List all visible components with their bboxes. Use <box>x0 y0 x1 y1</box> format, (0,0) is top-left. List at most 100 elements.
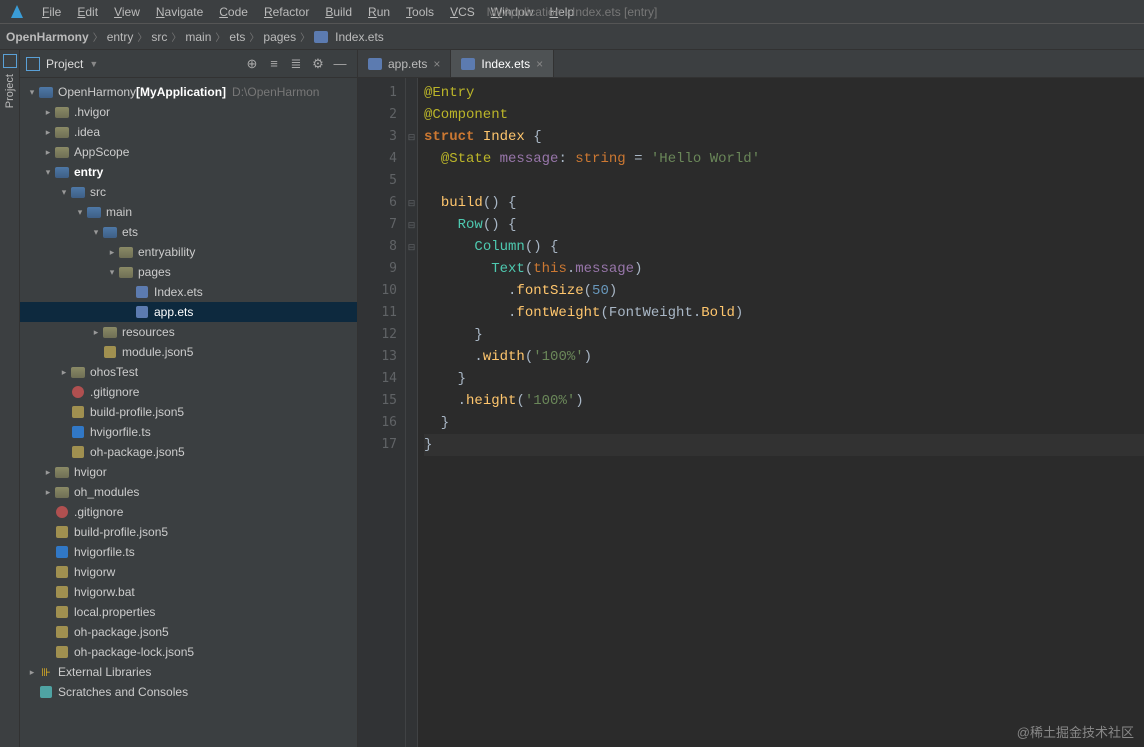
code-line[interactable]: .height('100%') <box>424 390 1144 412</box>
menu-refactor[interactable]: Refactor <box>256 5 317 19</box>
tree-arrow-icon[interactable] <box>106 267 118 278</box>
code-line[interactable]: Row() { <box>424 214 1144 236</box>
close-icon[interactable]: × <box>536 57 543 71</box>
fold-marker[interactable] <box>406 434 417 456</box>
code-line[interactable]: @Component <box>424 104 1144 126</box>
tree-node-appscope[interactable]: AppScope <box>20 142 357 162</box>
tree-node-build-profile-json5[interactable]: build-profile.json5 <box>20 522 357 542</box>
crumb-index-ets[interactable]: Index.ets <box>314 30 384 44</box>
tab-index-ets[interactable]: Index.ets× <box>451 50 554 77</box>
tree-node-hvigor[interactable]: hvigor <box>20 462 357 482</box>
tree-node-hvigorfile-ts[interactable]: hvigorfile.ts <box>20 542 357 562</box>
fold-marker[interactable]: ⊟ <box>406 192 417 214</box>
project-tool-icon[interactable] <box>3 54 17 68</box>
code-line[interactable]: .fontSize(50) <box>424 280 1144 302</box>
tree-node--gitignore[interactable]: .gitignore <box>20 502 357 522</box>
code-line[interactable]: struct Index { <box>424 126 1144 148</box>
gear-icon[interactable]: ⚙ <box>307 56 329 72</box>
crumb-src[interactable]: src <box>151 30 167 44</box>
tree-node-external-libraries[interactable]: ⊪External Libraries <box>20 662 357 682</box>
code-line[interactable]: build() { <box>424 192 1144 214</box>
fold-marker[interactable]: ⊟ <box>406 126 417 148</box>
code-line[interactable]: } <box>424 368 1144 390</box>
menu-tools[interactable]: Tools <box>398 5 442 19</box>
tree-node-main[interactable]: main <box>20 202 357 222</box>
fold-marker[interactable] <box>406 412 417 434</box>
code-editor[interactable]: @Entry@Componentstruct Index { @State me… <box>418 78 1144 747</box>
fold-marker[interactable] <box>406 82 417 104</box>
tree-node-entry[interactable]: entry <box>20 162 357 182</box>
tree-node-build-profile-json5[interactable]: build-profile.json5 <box>20 402 357 422</box>
menu-build[interactable]: Build <box>317 5 360 19</box>
fold-marker[interactable] <box>406 148 417 170</box>
locate-icon[interactable]: ⊕ <box>241 56 263 72</box>
crumb-entry[interactable]: entry <box>107 30 134 44</box>
tree-arrow-icon[interactable] <box>26 87 38 98</box>
tree-node-scratches-and-consoles[interactable]: Scratches and Consoles <box>20 682 357 702</box>
tree-arrow-icon[interactable] <box>90 227 102 238</box>
tree-node-local-properties[interactable]: local.properties <box>20 602 357 622</box>
tree-node-oh-package-lock-json5[interactable]: oh-package-lock.json5 <box>20 642 357 662</box>
tree-node-ohostest[interactable]: ohosTest <box>20 362 357 382</box>
tree-arrow-icon[interactable] <box>106 247 118 258</box>
tree-arrow-icon[interactable] <box>42 487 54 498</box>
tree-node-src[interactable]: src <box>20 182 357 202</box>
menu-file[interactable]: File <box>34 5 69 19</box>
tree-arrow-icon[interactable] <box>90 327 102 338</box>
fold-marker[interactable] <box>406 368 417 390</box>
code-line[interactable]: Text(this.message) <box>424 258 1144 280</box>
tree-node-hvigorw[interactable]: hvigorw <box>20 562 357 582</box>
fold-marker[interactable]: ⊟ <box>406 236 417 258</box>
fold-marker[interactable] <box>406 324 417 346</box>
minimize-icon[interactable]: — <box>329 56 351 71</box>
code-line[interactable]: } <box>424 434 1144 456</box>
tree-arrow-icon[interactable] <box>42 167 54 178</box>
tree-node-oh-modules[interactable]: oh_modules <box>20 482 357 502</box>
tree-node-hvigorw-bat[interactable]: hvigorw.bat <box>20 582 357 602</box>
tree-node-openharmony[interactable]: OpenHarmony [MyApplication]D:\OpenHarmon <box>20 82 357 102</box>
tree-node-resources[interactable]: resources <box>20 322 357 342</box>
fold-marker[interactable] <box>406 280 417 302</box>
fold-marker[interactable]: ⊟ <box>406 214 417 236</box>
tree-node-module-json5[interactable]: module.json5 <box>20 342 357 362</box>
crumb-openharmony[interactable]: OpenHarmony <box>6 30 89 44</box>
fold-marker[interactable] <box>406 390 417 412</box>
menu-code[interactable]: Code <box>211 5 256 19</box>
menu-navigate[interactable]: Navigate <box>148 5 211 19</box>
code-line[interactable]: Column() { <box>424 236 1144 258</box>
collapse-icon[interactable]: ≣ <box>285 56 307 72</box>
code-line[interactable]: @State message: string = 'Hello World' <box>424 148 1144 170</box>
code-line[interactable]: .width('100%') <box>424 346 1144 368</box>
project-tool-label[interactable]: Project <box>4 74 16 108</box>
code-line[interactable]: } <box>424 412 1144 434</box>
menu-vcs[interactable]: VCS <box>442 5 483 19</box>
tree-arrow-icon[interactable] <box>42 127 54 138</box>
tree-arrow-icon[interactable] <box>26 667 38 678</box>
tree-arrow-icon[interactable] <box>42 147 54 158</box>
tree-arrow-icon[interactable] <box>58 367 70 378</box>
tree-node-pages[interactable]: pages <box>20 262 357 282</box>
menu-view[interactable]: View <box>106 5 148 19</box>
tree-node-app-ets[interactable]: app.ets <box>20 302 357 322</box>
tree-node-oh-package-json5[interactable]: oh-package.json5 <box>20 442 357 462</box>
crumb-pages[interactable]: pages <box>263 30 296 44</box>
crumb-ets[interactable]: ets <box>229 30 245 44</box>
fold-marker[interactable] <box>406 302 417 324</box>
fold-marker[interactable] <box>406 170 417 192</box>
tree-node-hvigorfile-ts[interactable]: hvigorfile.ts <box>20 422 357 442</box>
menu-edit[interactable]: Edit <box>69 5 106 19</box>
fold-marker[interactable] <box>406 346 417 368</box>
menu-run[interactable]: Run <box>360 5 398 19</box>
tree-arrow-icon[interactable] <box>74 207 86 218</box>
close-icon[interactable]: × <box>433 57 440 71</box>
tree-arrow-icon[interactable] <box>58 187 70 198</box>
tree-node--idea[interactable]: .idea <box>20 122 357 142</box>
tree-node--gitignore[interactable]: .gitignore <box>20 382 357 402</box>
chevron-down-icon[interactable]: ▼ <box>89 59 98 69</box>
code-line[interactable]: @Entry <box>424 82 1144 104</box>
panel-title[interactable]: Project <box>46 57 83 71</box>
project-tree[interactable]: OpenHarmony [MyApplication]D:\OpenHarmon… <box>20 78 357 747</box>
fold-marker[interactable] <box>406 258 417 280</box>
tree-arrow-icon[interactable] <box>42 107 54 118</box>
tab-app-ets[interactable]: app.ets× <box>358 50 451 77</box>
